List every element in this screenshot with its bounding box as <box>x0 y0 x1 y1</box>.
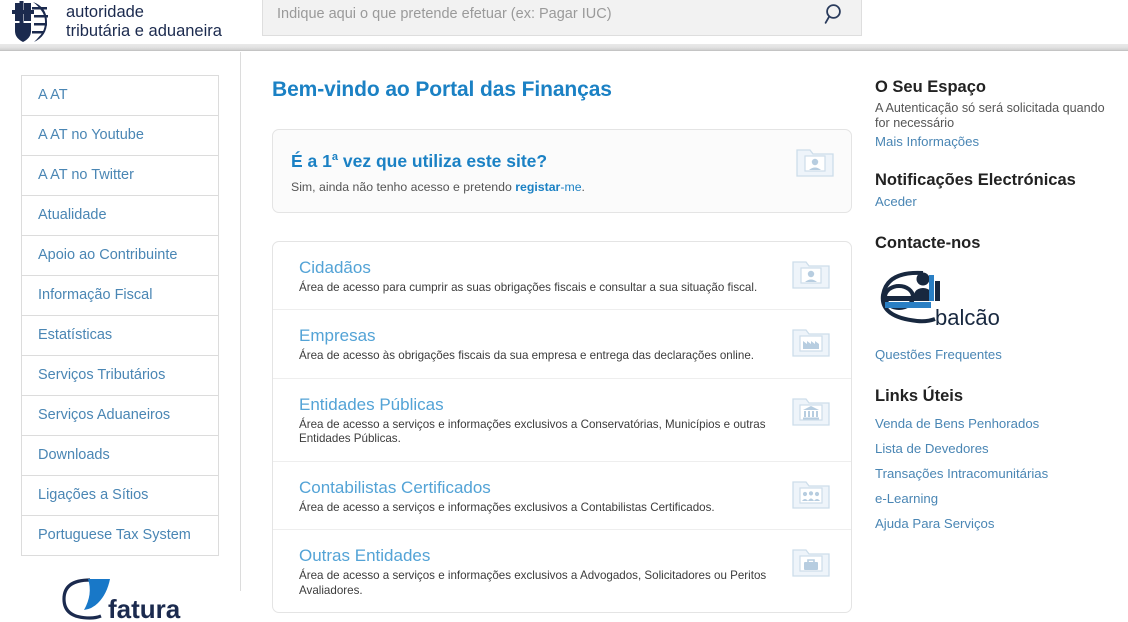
first-time-subtitle-pre: Sim, ainda não tenho acesso e pretendo <box>291 179 516 194</box>
page-body: A AT A AT no Youtube A AT no Twitter Atu… <box>0 52 1128 622</box>
service-card[interactable]: Entidades Públicas Área de acesso a serv… <box>273 379 851 462</box>
user-folder-icon <box>792 261 830 289</box>
sidebar-item[interactable]: Portuguese Tax System <box>22 516 218 556</box>
links-uteis-list: Venda de Bens Penhorados Lista de Devedo… <box>875 411 1114 536</box>
sidebar-item-label[interactable]: Informação Fiscal <box>22 276 218 315</box>
sidebar-item[interactable]: Serviços Aduaneiros <box>22 396 218 436</box>
first-time-title: É a 1a vez que utiliza este site? <box>291 146 833 172</box>
header-divider <box>0 44 1128 51</box>
right-sidebar: O Seu Espaço A Autenticação só será soli… <box>865 52 1128 591</box>
bank-folder-icon <box>792 398 830 426</box>
search-button[interactable] <box>809 0 861 35</box>
page-title: Bem-vindo ao Portal das Finanças <box>272 78 612 101</box>
sidebar-item-label[interactable]: Ligações a Sítios <box>22 476 218 515</box>
sidebar-item-label[interactable]: A AT <box>22 76 218 115</box>
first-time-subtitle: Sim, ainda não tenho acesso e pretendo r… <box>291 179 833 195</box>
sidebar-item[interactable]: A AT <box>22 76 218 116</box>
sidebar-item-label[interactable]: Apoio ao Contribuinte <box>22 236 218 275</box>
sidebar-item[interactable]: Serviços Tributários <box>22 356 218 396</box>
sidebar-item-label[interactable]: A AT no Youtube <box>22 116 218 155</box>
brand-line-2: tributária e aduaneira <box>66 22 222 40</box>
sidebar-item[interactable]: Apoio ao Contribuinte <box>22 236 218 276</box>
sidebar-item-label[interactable]: Serviços Tributários <box>22 356 218 395</box>
first-time-panel[interactable]: É a 1a vez que utiliza este site? Sim, a… <box>272 129 852 213</box>
search-bar[interactable] <box>262 0 862 36</box>
sidebar-item-label[interactable]: A AT no Twitter <box>22 156 218 195</box>
left-sidebar: A AT A AT no Youtube A AT no Twitter Atu… <box>0 52 241 622</box>
services-card-list: Cidadãos Área de acesso para cumprir as … <box>272 240 852 614</box>
mais-informacoes-link[interactable]: Mais Informações <box>875 132 1114 151</box>
sidebar-item[interactable]: Ligações a Sítios <box>22 476 218 516</box>
link-uteis-item[interactable]: Transações Intracomunitárias <box>875 461 1114 486</box>
sidebar-item-label[interactable]: Portuguese Tax System <box>22 516 218 555</box>
register-link-tail: -me <box>560 179 582 194</box>
sidebar-item-label[interactable]: Downloads <box>22 436 218 475</box>
sidebar-item[interactable]: A AT no Twitter <box>22 156 218 196</box>
register-link[interactable]: registar-me <box>515 180 581 194</box>
link-uteis-item[interactable]: e-Learning <box>875 486 1114 511</box>
service-card[interactable]: Contabilistas Certificados Área de acess… <box>273 462 851 531</box>
service-card-description: Área de acesso a serviços e informações … <box>299 500 715 514</box>
service-card-description: Área de acesso a serviços e informações … <box>299 417 766 446</box>
questoes-frequentes-link[interactable]: Questões Frequentes <box>875 345 1114 364</box>
service-card[interactable]: Outras Entidades Área de acesso a serviç… <box>273 530 851 612</box>
service-card-description: Área de acesso às obrigações fiscais da … <box>299 349 755 363</box>
sidebar-item-label[interactable]: Atualidade <box>22 196 218 235</box>
sidebar-item-label[interactable]: Serviços Aduaneiros <box>22 396 218 435</box>
service-card-description: Área de acesso a serviços e informações … <box>299 569 767 597</box>
notificacoes-block: Notificações Electrónicas Aceder <box>875 170 1114 211</box>
briefcase-folder-icon <box>792 549 830 577</box>
brand-text: autoridade tributária e aduaneira <box>66 3 222 41</box>
service-card[interactable]: Cidadãos Área de acesso para cumprir as … <box>273 242 851 311</box>
contacte-nos-title: Contacte-nos <box>875 234 981 252</box>
links-uteis-title: Links Úteis <box>875 387 964 405</box>
sidebar-item[interactable]: Atualidade <box>22 196 218 236</box>
e-fatura-logo-link[interactable]: fatura <box>0 578 240 622</box>
e-fatura-logo: fatura <box>62 578 181 622</box>
site-header: autoridade tributária e aduaneira <box>0 0 1128 44</box>
e-balcao-logo-link[interactable]: balcão <box>877 267 1114 334</box>
service-card-title[interactable]: Contabilistas Certificados <box>299 477 781 499</box>
service-card-description: Área de acesso para cumprir as suas obri… <box>299 280 758 294</box>
register-link-text: registar <box>515 179 561 194</box>
factory-folder-icon <box>792 329 830 357</box>
seu-espaco-title: O Seu Espaço <box>875 78 986 96</box>
sidebar-item[interactable]: A AT no Youtube <box>22 116 218 156</box>
user-folder-icon <box>796 149 834 177</box>
sidebar-item-label[interactable]: Estatísticas <box>22 316 218 355</box>
people-folder-icon <box>792 481 830 509</box>
sidebar-item[interactable]: Informação Fiscal <box>22 276 218 316</box>
link-uteis-item[interactable]: Ajuda Para Serviços <box>875 511 1114 536</box>
search-icon <box>824 4 841 24</box>
service-card-title[interactable]: Cidadãos <box>299 257 781 279</box>
sidebar-item[interactable]: Downloads <box>22 436 218 476</box>
seu-espaco-subtitle: A Autenticação só será solicitada quando… <box>875 101 1105 130</box>
link-uteis-item[interactable]: Venda de Bens Penhorados <box>875 411 1114 436</box>
seu-espaco-block: O Seu Espaço A Autenticação só será soli… <box>875 77 1114 151</box>
sidebar-menu: A AT A AT no Youtube A AT no Twitter Atu… <box>21 75 219 556</box>
service-card-title[interactable]: Empresas <box>299 325 781 347</box>
brand-logo[interactable]: autoridade tributária e aduaneira <box>12 0 222 44</box>
contacte-nos-block: Contacte-nos balcão Questões Frequentes <box>875 233 1114 364</box>
links-uteis-block: Links Úteis Venda de Bens Penhorados Lis… <box>875 386 1114 536</box>
sidebar-item[interactable]: Estatísticas <box>22 316 218 356</box>
brand-line-1: autoridade <box>66 3 144 21</box>
e-balcao-logo: balcão <box>880 270 1000 330</box>
service-card-title[interactable]: Entidades Públicas <box>299 394 781 416</box>
e-balcao-text: balcão <box>935 305 1000 329</box>
e-fatura-text: fatura <box>108 594 181 622</box>
notificacoes-title: Notificações Electrónicas <box>875 171 1076 189</box>
service-card-title[interactable]: Outras Entidades <box>299 545 781 567</box>
search-input[interactable] <box>263 0 809 35</box>
service-card[interactable]: Empresas Área de acesso às obrigações fi… <box>273 310 851 379</box>
first-time-subtitle-post: . <box>581 179 585 194</box>
first-time-title-post: vez que utiliza este site? <box>338 150 548 171</box>
main-content: Bem-vindo ao Portal das Finanças É a 1a … <box>241 52 865 614</box>
link-uteis-item[interactable]: Lista de Devedores <box>875 436 1114 461</box>
aceder-link[interactable]: Aceder <box>875 192 1114 211</box>
portugal-coat-of-arms-icon <box>12 1 48 42</box>
first-time-title-pre: É a 1 <box>291 150 332 171</box>
